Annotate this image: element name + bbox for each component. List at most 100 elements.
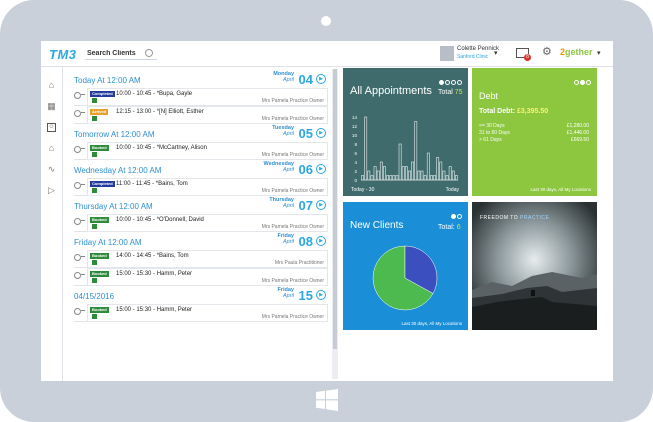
bar[interactable] xyxy=(361,175,364,181)
day-open-button[interactable]: ▶ xyxy=(316,290,326,300)
bar[interactable] xyxy=(433,175,436,181)
bar[interactable] xyxy=(376,170,380,181)
calendar-icon[interactable]: ▦ xyxy=(47,102,56,111)
bar[interactable] xyxy=(408,170,411,181)
timeline-connector xyxy=(81,274,85,275)
bar[interactable] xyxy=(392,175,396,181)
y-tick-label: 2 xyxy=(354,169,357,174)
debt-tile[interactable]: Debt Total Debt: £3,395.50 <= 30 Days £1,… xyxy=(472,68,597,196)
bar[interactable] xyxy=(379,161,383,181)
bar[interactable] xyxy=(423,175,427,181)
day-open-button[interactable]: ▶ xyxy=(316,164,326,174)
appointment-card[interactable]: Booked 10:00 - 10:45 - *O'Donnell, David M… xyxy=(87,214,328,232)
appointment-row[interactable]: Booked 10:00 - 10:45 - *McCartney, Alison… xyxy=(74,142,328,160)
total-value: 75 xyxy=(454,89,463,96)
bar[interactable] xyxy=(367,170,371,181)
bar[interactable] xyxy=(414,121,418,181)
avatar[interactable] xyxy=(440,46,454,61)
bar[interactable] xyxy=(401,166,405,181)
day-open-button[interactable]: ▶ xyxy=(316,74,326,84)
freedom-to-practice-tile[interactable]: FREEDOM TO PRACTICE xyxy=(472,202,597,330)
bar[interactable] xyxy=(436,157,440,181)
chevron-down-icon[interactable]: ▾ xyxy=(494,49,498,57)
appointment-card[interactable]: Booked 15:00 - 15:30 - Hamm, Peter Mrs Pam… xyxy=(87,304,328,322)
bar[interactable] xyxy=(448,166,452,181)
practitioner-name: Mrs Pamela Practice Owner xyxy=(261,278,324,284)
appointment-tag-icon xyxy=(92,98,97,103)
status-badge: Arrived xyxy=(90,109,109,115)
camera-dot xyxy=(321,16,331,26)
appointment-row[interactable]: Booked 15:00 - 15:30 - Hamm, Peter Mrs Pam… xyxy=(74,268,328,286)
appointment-card[interactable]: Booked 15:00 - 15:30 - Hamm, Peter Mrs Pam… xyxy=(87,268,328,286)
ledger-icon[interactable]: ⌂ xyxy=(47,144,56,153)
appointment-card[interactable]: Completed 10:00 - 10:45 - *Bupa, Gayle Mrs… xyxy=(87,88,328,106)
bar[interactable] xyxy=(430,175,433,181)
home-icon[interactable]: ⌂ xyxy=(47,81,56,90)
timeline-connector xyxy=(81,220,85,221)
bar[interactable] xyxy=(383,166,386,181)
bar[interactable] xyxy=(439,161,443,181)
agenda-list[interactable]: Today At 12:00 AM Monday April 04 ▶ Completed… xyxy=(63,67,333,381)
appointment-card[interactable]: Arrived 12:15 - 13:00 - *[N] Elliott, Est… xyxy=(87,106,328,124)
bar[interactable] xyxy=(426,152,430,181)
bar[interactable] xyxy=(445,175,449,181)
user-location[interactable]: Sanford Clinic xyxy=(457,54,488,60)
appointment-card[interactable]: Booked 10:00 - 10:45 - *McCartney, Alison… xyxy=(87,142,328,160)
windows-logo-icon[interactable] xyxy=(316,389,338,411)
bar[interactable] xyxy=(404,166,408,181)
all-appointments-tile[interactable]: All Appointments Total 75 0 2 4 6 8 10 12 14 Tod… xyxy=(343,68,468,196)
bar[interactable] xyxy=(417,170,421,181)
tile-pager[interactable] xyxy=(438,72,462,85)
tile-title: Debt xyxy=(479,91,499,101)
bar[interactable] xyxy=(395,175,399,181)
appointment-row[interactable]: Booked 14:00 - 14:45 - *Bains, Tom Mrs Pau… xyxy=(74,250,328,268)
y-tick-label: 14 xyxy=(352,115,358,120)
clients-icon[interactable]: ☺ xyxy=(47,123,56,132)
top-bar: TM3 Colette Pennick Sanford Clinic ▾ 8 ⚙… xyxy=(41,41,613,67)
appointment-row[interactable]: Booked 10:00 - 10:45 - *O'Donnell, David M… xyxy=(74,214,328,232)
bar[interactable] xyxy=(370,175,374,181)
appointment-card[interactable]: Completed 11:00 - 11:45 - *Bains, Tom Mrs … xyxy=(87,178,328,196)
y-tick-label: 12 xyxy=(352,124,358,129)
reports-icon[interactable]: ∿ xyxy=(47,165,56,174)
bar[interactable] xyxy=(389,175,393,181)
tile-pager[interactable] xyxy=(450,206,462,219)
send-icon[interactable]: ▷ xyxy=(47,186,56,195)
bar[interactable] xyxy=(455,175,458,181)
bar[interactable] xyxy=(420,170,424,181)
agenda-scroll-thumb[interactable] xyxy=(333,69,337,349)
appointment-row[interactable]: Completed 10:00 - 10:45 - *Bupa, Gayle Mrs… xyxy=(74,88,328,106)
bar[interactable] xyxy=(386,175,389,181)
day-open-button[interactable]: ▶ xyxy=(316,200,326,210)
clock-icon xyxy=(74,308,81,315)
bar[interactable] xyxy=(411,161,415,181)
brand-logo[interactable]: 2gether xyxy=(560,47,593,57)
tile-pager[interactable] xyxy=(573,72,591,85)
brand-chevron-down-icon[interactable]: ▾ xyxy=(597,49,601,57)
day-open-button[interactable]: ▶ xyxy=(316,128,326,138)
appointment-row[interactable]: Booked 15:00 - 15:30 - Hamm, Peter Mrs Pam… xyxy=(74,304,328,322)
total-value: 6 xyxy=(456,224,461,231)
day-title: Thursday At 12:00 AM xyxy=(74,202,153,211)
bar[interactable] xyxy=(398,143,402,181)
day-open-button[interactable]: ▶ xyxy=(316,236,326,246)
bar[interactable] xyxy=(373,166,377,181)
status-badge: Booked xyxy=(90,217,109,223)
bar[interactable] xyxy=(451,170,455,181)
y-tick-label: 4 xyxy=(354,160,357,165)
new-clients-tile[interactable]: New Clients Total: 6 Last 30 days, All M… xyxy=(343,202,468,330)
user-name[interactable]: Colette Pennick xyxy=(457,46,499,52)
tile-title: New Clients xyxy=(350,220,404,231)
day-header: Tomorrow At 12:00 AM Tuesday April 05 ▶ xyxy=(74,125,332,143)
app-logo[interactable]: TM3 xyxy=(49,47,77,62)
appointment-row[interactable]: Arrived 12:15 - 13:00 - *[N] Elliott, Est… xyxy=(74,106,328,124)
gear-icon[interactable]: ⚙ xyxy=(542,46,552,58)
search-icon[interactable] xyxy=(145,49,153,57)
appointment-card[interactable]: Booked 14:00 - 14:45 - *Bains, Tom Mrs Pau… xyxy=(87,250,328,268)
day-title: 04/15/2016 xyxy=(74,292,115,301)
bar[interactable] xyxy=(442,170,446,181)
bar[interactable] xyxy=(364,116,368,181)
day-title: Today At 12:00 AM xyxy=(74,76,141,85)
debt-row: > 61 Days £669.50 xyxy=(479,137,589,143)
appointment-row[interactable]: Completed 11:00 - 11:45 - *Bains, Tom Mrs … xyxy=(74,178,328,196)
